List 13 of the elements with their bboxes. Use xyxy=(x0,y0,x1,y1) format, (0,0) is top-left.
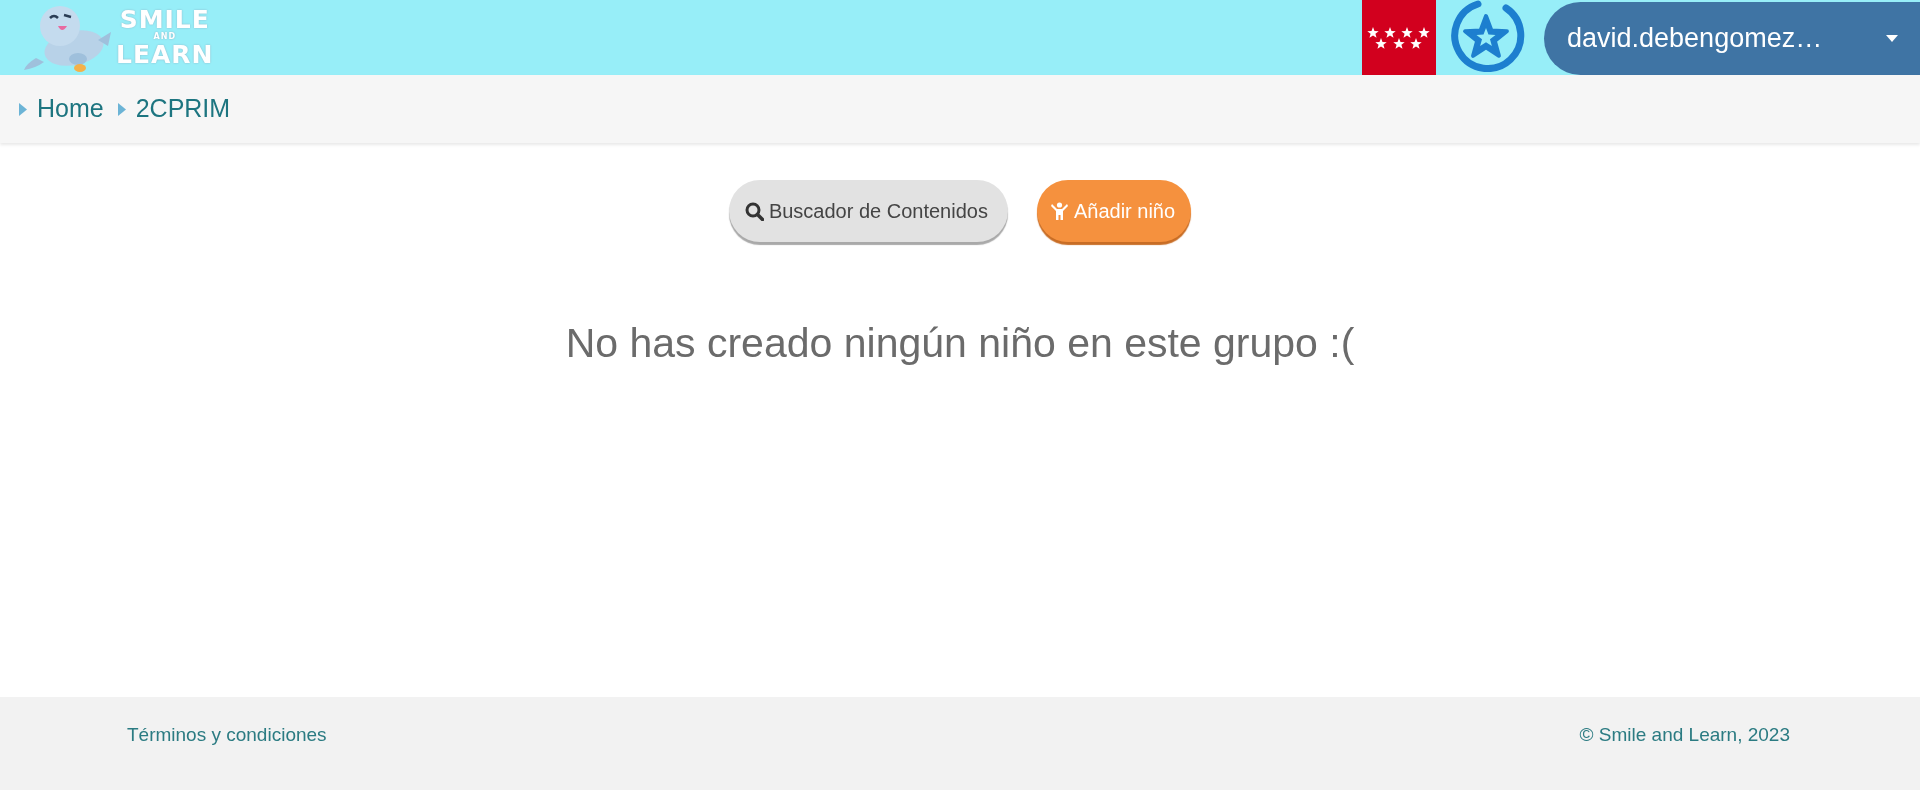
search-icon xyxy=(744,201,764,221)
terms-link[interactable]: Términos y condiciones xyxy=(127,721,327,750)
caret-icon xyxy=(1886,35,1898,42)
triangle-icon xyxy=(117,102,126,116)
triangle-icon xyxy=(19,102,27,116)
breadcrumb-link[interactable]: 2CPRIM xyxy=(117,90,231,128)
child-figure-icon xyxy=(1049,201,1069,221)
logo-wordmark: SMILE AND LEARN xyxy=(116,7,214,67)
copyright-text: © Smile and Learn, 2023 xyxy=(1579,723,1790,747)
breadcrumb-link[interactable]: Home xyxy=(19,90,104,128)
content-search-button[interactable]: Buscador de Contenidos xyxy=(728,180,1008,242)
user-menu-button[interactable]: david.debengomez… xyxy=(1544,2,1920,75)
empty-state-message: No has creado ningún niño en este grupo :( xyxy=(565,319,1355,368)
